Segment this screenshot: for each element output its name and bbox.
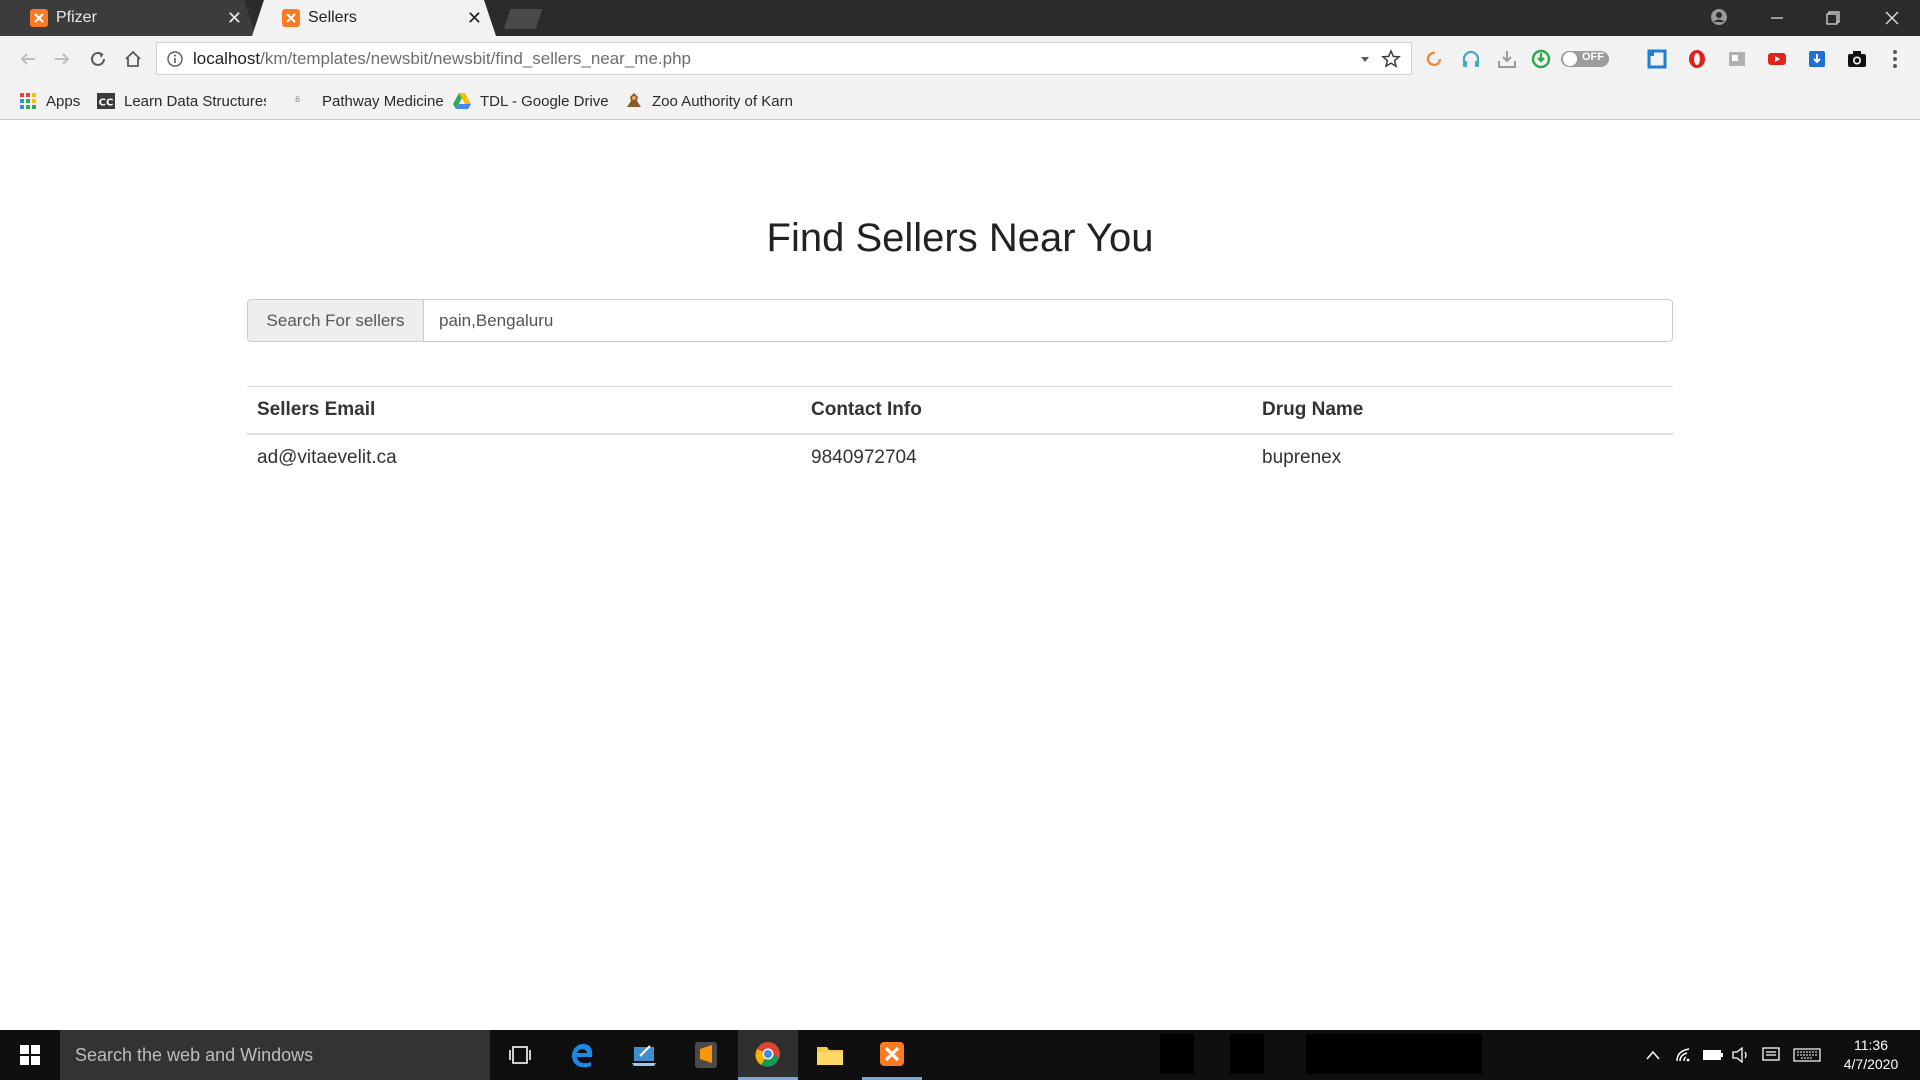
tab-sellers[interactable]: Sellers ✕: [252, 0, 496, 36]
sellers-table: Sellers Email Contact Info Drug Name ad@…: [247, 386, 1673, 481]
cc-icon: CC: [96, 91, 116, 111]
cell-contact-info: 9840972704: [801, 433, 1252, 481]
header-drug-name: Drug Name: [1252, 386, 1673, 435]
page-title: Find Sellers Near You: [766, 216, 1154, 260]
extension-toggle[interactable]: OFF: [1560, 46, 1610, 72]
xampp-icon: [30, 9, 48, 27]
bookmark-label: Zoo Authority of Karn: [652, 92, 793, 110]
action-center-icon[interactable]: [1758, 1030, 1784, 1080]
bookmarks-bar: Apps CC Learn Data Structures 6 Pathway …: [0, 82, 1920, 120]
extension-grey-icon[interactable]: [1724, 46, 1750, 72]
file-explorer-icon[interactable]: [800, 1030, 860, 1080]
home-button[interactable]: [117, 43, 149, 75]
sublime-text-icon[interactable]: [676, 1030, 736, 1080]
apps-grid-icon: [18, 91, 38, 111]
chevron-down-icon[interactable]: [1359, 52, 1371, 70]
new-tab-button[interactable]: [502, 9, 544, 29]
taskbar-search-box[interactable]: Search the web and Windows: [60, 1030, 490, 1080]
emblem-icon: [624, 91, 644, 111]
bookmark-apps[interactable]: Apps: [18, 82, 80, 120]
pen-app-icon[interactable]: [614, 1030, 674, 1080]
info-icon[interactable]: [167, 50, 183, 67]
square-blue-icon[interactable]: [1644, 46, 1670, 72]
bookmark-tdl-google-drive[interactable]: TDL - Google Drive: [452, 82, 609, 120]
url-path: /km/templates/newsbit/newsbit/find_selle…: [260, 48, 691, 68]
taskbar-blank-area: [1230, 1034, 1264, 1074]
show-hidden-icons-icon[interactable]: [1640, 1030, 1666, 1080]
header-contact-info: Contact Info: [801, 386, 1252, 435]
taskbar-blank-area: [1306, 1034, 1482, 1074]
tab-pfizer[interactable]: Pfizer ✕: [0, 0, 256, 36]
taskbar-clock[interactable]: 11:36 4/7/2020: [1826, 1036, 1916, 1074]
youtube-icon[interactable]: [1764, 46, 1790, 72]
svg-text:6: 6: [295, 95, 300, 104]
restore-button[interactable]: [1805, 0, 1861, 36]
minimize-button[interactable]: [1749, 0, 1805, 36]
seller-search-input[interactable]: [423, 299, 1673, 342]
volume-icon[interactable]: [1728, 1030, 1754, 1080]
bookmark-pathway-medicine[interactable]: 6 Pathway Medicine: [284, 82, 444, 120]
opera-icon[interactable]: [1684, 46, 1710, 72]
bookmark-label: Learn Data Structures: [124, 92, 266, 110]
toggle-label: OFF: [1582, 51, 1604, 63]
more-menu-icon[interactable]: [1882, 46, 1908, 72]
tab-title: Sellers: [308, 9, 357, 26]
folder-icon: 6: [284, 91, 314, 111]
headphones-icon[interactable]: [1458, 46, 1484, 72]
profile-icon[interactable]: [1708, 6, 1730, 28]
clock-date: 4/7/2020: [1843, 1056, 1899, 1072]
url-host: localhost: [193, 48, 261, 68]
browser-tabstrip: Pfizer ✕ Sellers ✕: [0, 0, 1920, 36]
bookmark-label: Pathway Medicine: [322, 92, 444, 110]
download-tray-icon[interactable]: [1494, 46, 1520, 72]
search-addon-label: Search For sellers: [247, 299, 423, 342]
taskbar-search-placeholder: Search the web and Windows: [75, 1044, 314, 1065]
chrome-icon[interactable]: [738, 1030, 798, 1080]
camera-icon[interactable]: [1844, 46, 1870, 72]
cell-seller-email: ad@vitaevelit.ca: [247, 433, 801, 481]
browser-toolbar: localhost/km/templates/newsbit/newsbit/f…: [0, 36, 1920, 82]
wifi-icon[interactable]: [1672, 1030, 1696, 1080]
back-button[interactable]: [12, 43, 44, 75]
start-button[interactable]: [0, 1030, 60, 1080]
table-row: ad@vitaevelit.ca 9840972704 buprenex: [247, 433, 1673, 481]
bookmark-label: TDL - Google Drive: [480, 92, 609, 110]
keyboard-icon[interactable]: [1790, 1030, 1824, 1080]
address-bar[interactable]: localhost/km/templates/newsbit/newsbit/f…: [156, 42, 1412, 75]
tab-close-icon[interactable]: ✕: [467, 9, 482, 27]
url-text: localhost/km/templates/newsbit/newsbit/f…: [193, 49, 691, 69]
power-download-icon[interactable]: [1528, 46, 1554, 72]
windows-taskbar: Search the web and Windows 11:36 4/7/202…: [0, 1030, 1920, 1080]
bookmark-star-icon[interactable]: [1381, 49, 1401, 74]
bookmark-zoo-authority[interactable]: Zoo Authority of Karn: [624, 82, 796, 120]
xampp-icon: [282, 9, 300, 27]
task-view-icon[interactable]: [490, 1030, 550, 1080]
google-drive-icon: [452, 91, 472, 111]
tab-close-icon[interactable]: ✕: [227, 9, 242, 27]
bookmark-learn-data-structures[interactable]: CC Learn Data Structures: [96, 82, 266, 120]
battery-icon[interactable]: [1700, 1030, 1726, 1080]
xampp-taskbar-icon[interactable]: [862, 1030, 922, 1080]
reload-button[interactable]: [82, 43, 114, 75]
extension-refresh-icon[interactable]: [1421, 46, 1447, 72]
seller-search-group: Search For sellers: [247, 299, 1673, 342]
clock-time: 11:36: [1854, 1037, 1888, 1053]
windows-logo-icon: [20, 1045, 40, 1065]
edge-icon[interactable]: [552, 1030, 612, 1080]
cell-drug-name: buprenex: [1252, 433, 1673, 481]
tab-title: Pfizer: [56, 9, 97, 26]
forward-button[interactable]: [46, 43, 78, 75]
close-window-button[interactable]: [1864, 0, 1920, 36]
bookmark-label: Apps: [46, 92, 81, 110]
table-header-row: Sellers Email Contact Info Drug Name: [247, 386, 1673, 435]
page-content: Find Sellers Near You Search For sellers…: [0, 121, 1920, 1030]
header-sellers-email: Sellers Email: [247, 386, 801, 435]
download-blue-icon[interactable]: [1804, 46, 1830, 72]
taskbar-blank-area: [1160, 1034, 1194, 1074]
svg-text:CC: CC: [99, 98, 114, 109]
